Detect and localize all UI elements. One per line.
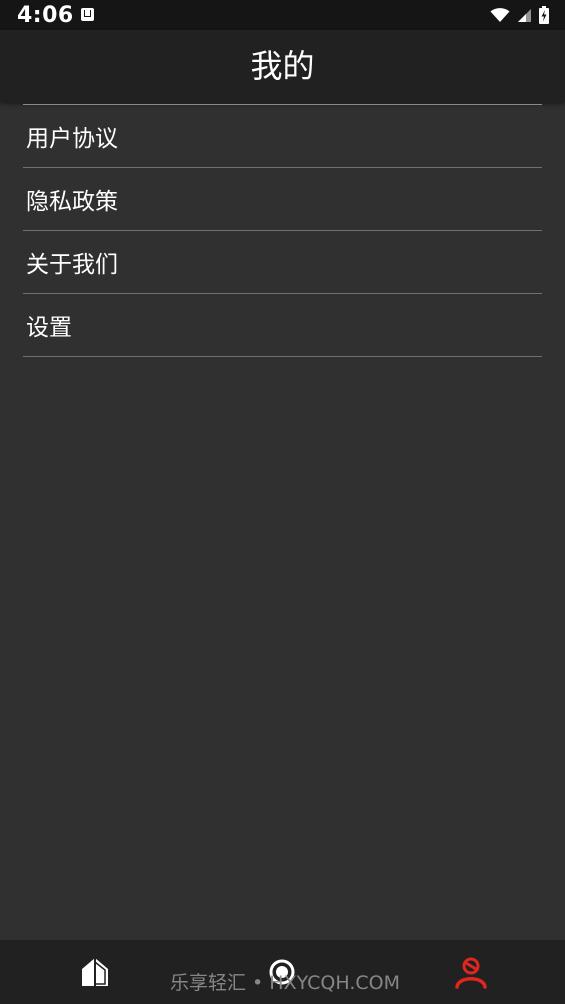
app-header: 我的	[0, 30, 565, 102]
menu-item-privacy-policy[interactable]: 隐私政策	[23, 168, 542, 231]
page-title: 我的	[250, 47, 315, 85]
a-box-icon	[81, 8, 94, 21]
nav-mine-button[interactable]	[451, 952, 491, 992]
nav-home-button[interactable]	[74, 952, 114, 992]
battery-charging-icon	[539, 6, 549, 24]
wifi-icon	[490, 8, 510, 22]
person-icon	[455, 957, 487, 989]
menu-item-settings[interactable]: 设置	[23, 294, 542, 357]
home-icon	[82, 958, 108, 986]
cell-signal-icon	[518, 8, 531, 22]
watermark: 乐享轻汇 • HXYCQH.COM	[170, 972, 400, 994]
settings-menu: 用户协议 隐私政策 关于我们 设置	[23, 104, 542, 357]
menu-item-label: 用户协议	[26, 126, 118, 152]
status-bar: 4:06	[0, 0, 565, 30]
menu-item-label: 关于我们	[26, 252, 118, 278]
status-time: 4:06	[17, 3, 74, 28]
status-icons	[490, 6, 549, 24]
menu-item-label: 隐私政策	[26, 189, 118, 215]
menu-item-user-agreement[interactable]: 用户协议	[23, 105, 542, 168]
menu-item-about-us[interactable]: 关于我们	[23, 231, 542, 294]
screen: 4:06 我的 用户协议 隐私政策 关于我们 设置 乐享轻汇 • HXYCQH.…	[0, 0, 565, 1004]
menu-item-label: 设置	[26, 315, 72, 341]
